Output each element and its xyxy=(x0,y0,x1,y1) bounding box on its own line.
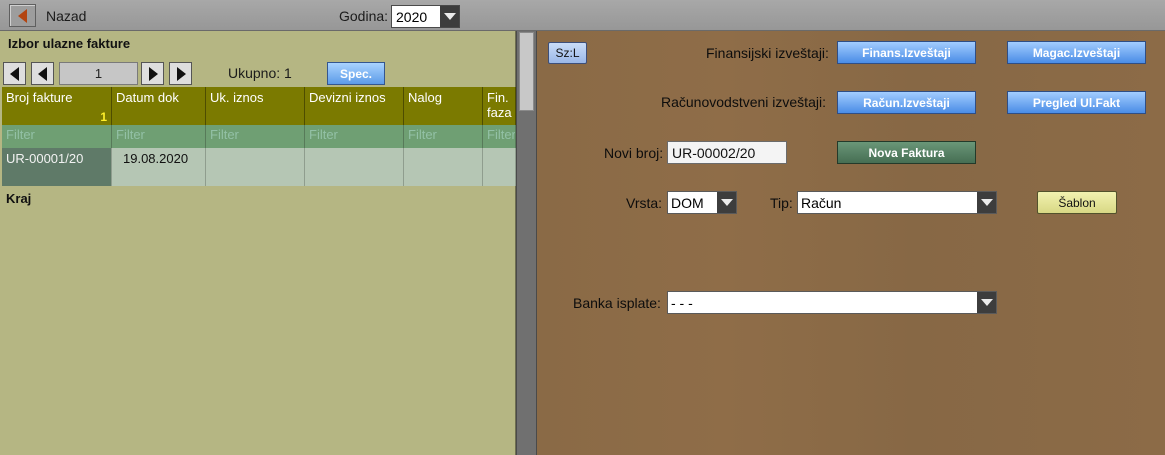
vrsta-select[interactable]: DOM xyxy=(667,191,737,214)
top-bar: Nazad Godina: 2020 xyxy=(0,0,1165,31)
panel-scrollbar[interactable] xyxy=(516,31,537,455)
column-header-nalog[interactable]: Nalog xyxy=(404,87,483,125)
filter-uk-iznos[interactable]: Filter xyxy=(206,125,305,148)
racunovodstveni-label: Računovodstveni izveštaji: xyxy=(661,94,826,110)
next-page-button[interactable] xyxy=(141,62,164,85)
tip-value: Račun xyxy=(801,195,842,211)
invoice-table: Broj fakture 1 Datum dok Uk. iznos Deviz… xyxy=(2,87,516,186)
year-select[interactable]: 2020 xyxy=(391,5,460,28)
finansijski-label: Finansijski izveštaji: xyxy=(706,45,829,61)
back-label[interactable]: Nazad xyxy=(46,8,86,24)
column-header-uk-iznos[interactable]: Uk. iznos xyxy=(206,87,305,125)
chevron-down-icon[interactable] xyxy=(440,6,459,27)
filter-broj[interactable]: Filter xyxy=(2,125,112,148)
cell-uk-iznos[interactable] xyxy=(206,148,305,186)
tip-select[interactable]: Račun xyxy=(797,191,997,214)
filter-faza[interactable]: Filter xyxy=(483,125,516,148)
pregled-ul-fakt-button[interactable]: Pregled Ul.Fakt xyxy=(1007,91,1146,114)
arrow-right-icon xyxy=(149,67,158,81)
banka-select[interactable]: - - - xyxy=(667,291,997,314)
cell-broj[interactable]: UR-00001/20 xyxy=(2,148,112,186)
filter-datum[interactable]: Filter xyxy=(112,125,206,148)
vrsta-value: DOM xyxy=(671,195,704,211)
racun-izvestaji-button[interactable]: Račun.Izveštaji xyxy=(837,91,976,114)
arrow-left-icon xyxy=(10,67,19,81)
actions-panel: Sz:L Finansijski izveštaji: Finans.Izveš… xyxy=(537,31,1165,455)
back-button[interactable] xyxy=(9,4,36,27)
year-value: 2020 xyxy=(396,9,428,25)
chevron-down-icon[interactable] xyxy=(977,292,996,313)
tip-label: Tip: xyxy=(770,195,793,211)
novi-broj-field[interactable]: UR-00002/20 xyxy=(667,141,787,164)
table-row[interactable]: UR-00001/20 19.08.2020 xyxy=(2,148,516,186)
page-number-field[interactable]: 1 xyxy=(59,62,138,85)
cell-datum[interactable]: 19.08.2020 xyxy=(112,148,206,186)
arrow-left-icon xyxy=(38,67,47,81)
spec-button[interactable]: Spec. xyxy=(327,62,385,85)
magac-izvestaji-button[interactable]: Magac.Izveštaji xyxy=(1007,41,1146,64)
banka-label: Banka isplate: xyxy=(573,295,661,311)
year-label: Godina: xyxy=(339,8,389,24)
filter-devizni[interactable]: Filter xyxy=(305,125,404,148)
prev-page-button[interactable] xyxy=(31,62,54,85)
arrow-right-icon xyxy=(177,67,186,81)
banka-value: - - - xyxy=(671,295,693,311)
column-header-broj[interactable]: Broj fakture 1 xyxy=(2,87,112,125)
column-header-datum[interactable]: Datum dok xyxy=(112,87,206,125)
cell-devizni[interactable] xyxy=(305,148,404,186)
first-page-button[interactable] xyxy=(3,62,26,85)
last-page-button[interactable] xyxy=(169,62,192,85)
invoice-list-panel: Izbor ulazne fakture 1 Ukupno: 1 Spec. B… xyxy=(0,31,516,455)
arrow-left-icon xyxy=(18,9,27,23)
column-header-label: Broj fakture xyxy=(6,90,73,105)
sablon-button[interactable]: Šablon xyxy=(1037,191,1117,214)
filter-nalog[interactable]: Filter xyxy=(404,125,483,148)
finans-izvestaji-button[interactable]: Finans.Izveštaji xyxy=(837,41,976,64)
scrollbar-thumb[interactable] xyxy=(519,32,534,111)
end-label: Kraj xyxy=(6,191,32,206)
panel-title: Izbor ulazne fakture xyxy=(8,36,131,51)
table-header: Broj fakture 1 Datum dok Uk. iznos Deviz… xyxy=(2,87,516,125)
column-header-faza[interactable]: Fin. faza xyxy=(483,87,516,125)
novi-broj-label: Novi broj: xyxy=(604,145,664,161)
total-count: Ukupno: 1 xyxy=(228,65,292,81)
szl-button[interactable]: Sz:L xyxy=(548,42,587,64)
cell-nalog[interactable] xyxy=(404,148,483,186)
nova-faktura-button[interactable]: Nova Faktura xyxy=(837,141,976,164)
vrsta-label: Vrsta: xyxy=(626,195,663,211)
chevron-down-icon[interactable] xyxy=(977,192,996,213)
chevron-down-icon[interactable] xyxy=(717,192,736,213)
sort-badge: 1 xyxy=(100,110,107,124)
filter-row: Filter Filter Filter Filter Filter Filte… xyxy=(2,125,516,148)
cell-faza[interactable] xyxy=(483,148,516,186)
column-header-devizni[interactable]: Devizni iznos xyxy=(305,87,404,125)
